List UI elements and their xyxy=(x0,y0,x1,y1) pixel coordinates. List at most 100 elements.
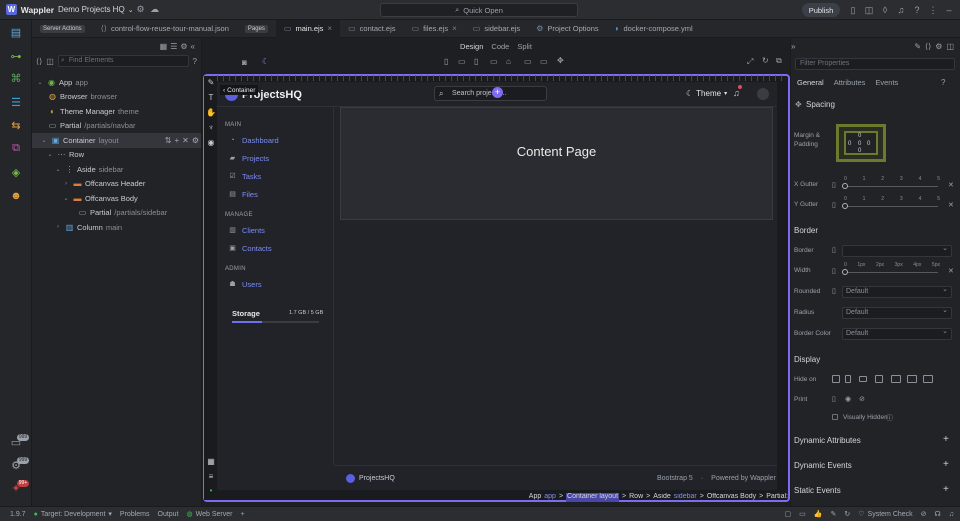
edit-icon[interactable]: ✎ xyxy=(914,42,921,51)
settings-icon[interactable]: ⚙ xyxy=(192,136,199,145)
apps-grid-icon[interactable]: ▦ xyxy=(206,457,216,467)
chevron-down-icon[interactable]: ⌄ xyxy=(40,137,48,144)
tab-project-options[interactable]: ⚙ Project Options xyxy=(528,20,606,38)
wide-desktop-icon[interactable] xyxy=(923,375,933,383)
tree-item-column-main[interactable]: › ▥ Column main xyxy=(32,220,201,235)
close-icon[interactable]: ✕ xyxy=(948,267,954,275)
split-mode-button[interactable]: Split xyxy=(517,42,532,51)
more-icon[interactable]: ⋮ xyxy=(926,3,940,17)
text-icon[interactable]: T xyxy=(206,93,216,103)
collapse-right-icon[interactable]: » xyxy=(791,42,795,51)
sync-icon[interactable]: ↻ xyxy=(844,510,850,518)
settings-icon[interactable]: ⚙ xyxy=(935,42,942,51)
app-logo[interactable]: W Wappler xyxy=(0,4,54,15)
system-check-button[interactable]: ♡ System Check xyxy=(858,510,912,519)
responsive-icon[interactable]: ▯ xyxy=(832,181,836,189)
bars-icon[interactable]: ≡ xyxy=(206,472,216,482)
add-static-event-icon[interactable]: + xyxy=(943,484,949,495)
border-width-slider-handle[interactable] xyxy=(842,269,848,275)
output-button[interactable]: Output xyxy=(158,511,179,518)
files-icon[interactable]: ▤ xyxy=(8,24,24,40)
publish-button[interactable]: Publish xyxy=(802,3,840,17)
tablet-landscape-icon[interactable]: ▭ xyxy=(490,57,498,66)
grid-icon[interactable]: ▦ xyxy=(160,42,168,51)
workflow-icon[interactable]: ⌘ xyxy=(8,70,24,86)
phone-icon[interactable]: ▯ xyxy=(444,57,448,66)
tab-main-ejs[interactable]: ▭ main.ejs × xyxy=(275,19,341,38)
padding-bottom-value[interactable]: 0 xyxy=(858,148,861,154)
tab-attributes[interactable]: Attributes xyxy=(834,78,866,87)
minimize-icon[interactable]: – xyxy=(942,3,956,17)
tree-item-container-layout[interactable]: ⌄ ▣ Container layout ⇅ + ✕ ⚙ xyxy=(32,133,201,148)
desktop-icon[interactable] xyxy=(907,375,917,383)
add-icon[interactable]: + xyxy=(174,136,179,145)
add-terminal-icon[interactable]: + xyxy=(240,511,244,518)
tree-item-partial-navbar[interactable]: ▭ Partial/partials/navbar xyxy=(32,119,201,134)
chevron-down-icon[interactable]: ⌄ xyxy=(36,79,44,86)
laptop-icon[interactable]: ⌂ xyxy=(506,57,511,66)
quick-open-input[interactable]: ⌕ Quick Open xyxy=(380,3,578,17)
responsive-icon[interactable]: ▯ xyxy=(832,267,836,275)
dislike-icon[interactable]: ✎ xyxy=(831,510,837,518)
like-icon[interactable]: 👍 xyxy=(814,510,823,518)
print-all-icon[interactable]: ▯ xyxy=(832,395,836,403)
tab-contact-ejs[interactable]: ▭ contact.ejs xyxy=(340,20,403,38)
move-icon[interactable]: ⇅ xyxy=(165,136,172,145)
sidebar-item-tasks[interactable]: ☑ Tasks xyxy=(229,172,261,181)
edit-icon[interactable]: ✎ xyxy=(206,78,216,88)
cloud-icon[interactable]: ☁ xyxy=(148,3,162,17)
sidebar-item-dashboard[interactable]: ◔ Dashboard xyxy=(229,136,278,145)
rounded-select[interactable]: Default xyxy=(842,285,952,298)
add-dynamic-attribute-icon[interactable]: + xyxy=(943,434,949,445)
close-tab-icon[interactable]: × xyxy=(327,24,332,33)
tab-general[interactable]: General xyxy=(797,78,824,87)
selected-element-tag[interactable]: ‹ Container xyxy=(220,85,259,95)
chevron-down-icon[interactable]: ⌄ xyxy=(46,151,54,158)
fullscreen-icon[interactable]: ⤢ xyxy=(747,57,753,67)
tree-item-offcanvas-body[interactable]: ⌄ ▬ Offcanvas Body xyxy=(32,191,201,206)
padding-center-value[interactable]: 0 xyxy=(858,141,861,147)
dynamic-attributes-heading[interactable]: Dynamic Attributes xyxy=(794,436,861,445)
tab-control-flow[interactable]: ⟨⟩ control-flow-reuse-tour-manual.json xyxy=(93,20,237,38)
bell-icon[interactable]: ♫ xyxy=(894,3,908,17)
padding-top-value[interactable]: 0 xyxy=(858,133,861,139)
eye-icon[interactable]: ◉ xyxy=(206,138,216,148)
bell-icon[interactable]: ♫ xyxy=(949,511,954,518)
static-events-heading[interactable]: Static Events xyxy=(794,486,841,495)
padding-left-value[interactable]: 0 xyxy=(848,141,851,147)
add-dynamic-event-icon[interactable]: + xyxy=(943,459,949,470)
tree-item-offcanvas-header[interactable]: › ▬ Offcanvas Header xyxy=(32,177,201,192)
close-icon[interactable]: ✕ xyxy=(948,181,954,189)
help-icon[interactable]: ? xyxy=(193,57,197,66)
responsive-icon[interactable]: ▯ xyxy=(832,201,836,209)
dynamic-events-heading[interactable]: Dynamic Events xyxy=(794,461,852,470)
no-entry-icon[interactable]: ⊘ xyxy=(921,510,927,518)
print-hide-icon[interactable]: ⊘ xyxy=(859,395,865,403)
external-icon[interactable]: ⧉ xyxy=(776,56,782,66)
refresh-icon[interactable]: ↻ xyxy=(762,56,769,65)
find-elements-input[interactable]: Find Elements xyxy=(57,55,189,67)
columns-icon[interactable]: ◫ xyxy=(946,42,954,51)
database-icon[interactable]: ☰ xyxy=(8,94,24,110)
tree-item-app[interactable]: ⌄ ◉ App app xyxy=(32,75,201,90)
design-mode-button[interactable]: Design xyxy=(460,42,483,51)
gear-icon[interactable]: ⚙ xyxy=(134,3,148,17)
chevron-right-icon[interactable]: › xyxy=(62,181,70,187)
tree-item-aside-sidebar[interactable]: ⌄ ⋮ Aside sidebar xyxy=(32,162,201,177)
tree-item-browser[interactable]: ◍ Browser browser xyxy=(32,90,201,105)
help-icon[interactable]: ? xyxy=(941,78,945,87)
page-search-input[interactable]: Search projects... xyxy=(434,86,547,101)
visually-hidden-checkbox[interactable] xyxy=(832,414,838,420)
add-element-button[interactable]: + xyxy=(492,87,503,98)
layers-icon[interactable]: ◈ xyxy=(8,164,24,180)
responsive-icon[interactable]: ▯ xyxy=(832,246,836,254)
border-select[interactable] xyxy=(842,244,952,257)
close-tab-icon[interactable]: × xyxy=(452,24,457,33)
collapse-icon[interactable]: « xyxy=(191,42,195,51)
remove-icon[interactable]: ✕ xyxy=(182,136,189,145)
theme-dropdown[interactable]: ☾ Theme ▾ xyxy=(686,89,727,98)
tab-sidebar-ejs[interactable]: ▭ sidebar.ejs xyxy=(465,20,528,38)
code-mode-button[interactable]: Code xyxy=(491,42,509,51)
broadcast-icon[interactable]: ☊ xyxy=(935,510,941,518)
border-color-select[interactable]: Default xyxy=(842,327,952,340)
